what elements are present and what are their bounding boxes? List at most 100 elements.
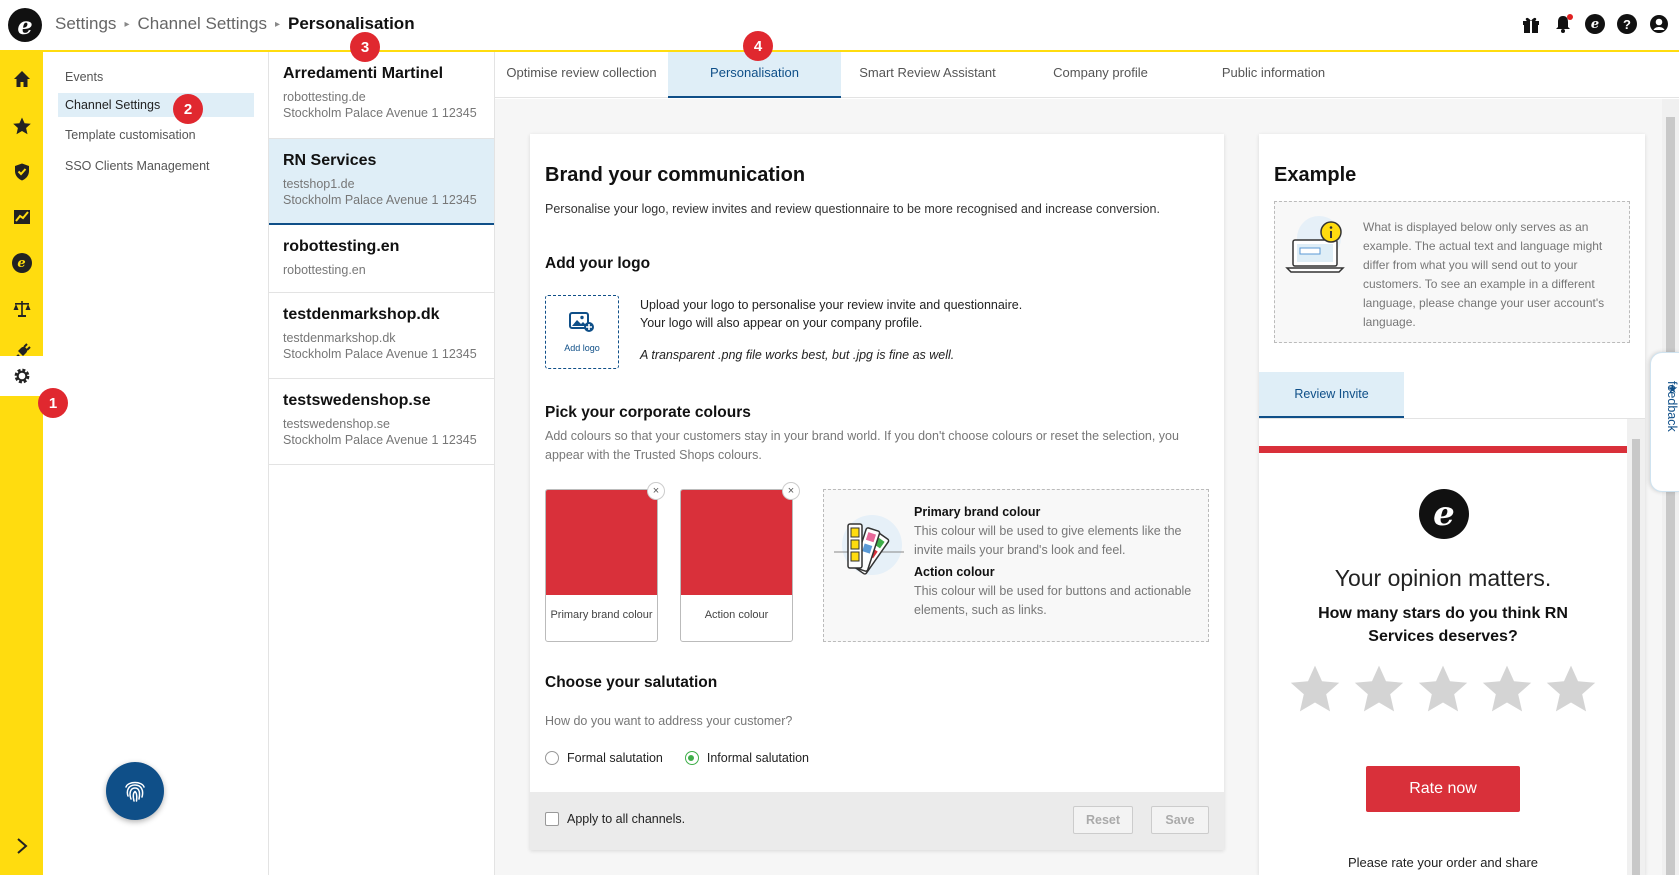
save-button[interactable]: Save bbox=[1151, 806, 1209, 834]
radio-button[interactable] bbox=[545, 751, 559, 765]
reset-button[interactable]: Reset bbox=[1073, 806, 1133, 834]
rate-now-button[interactable]: Rate now bbox=[1366, 766, 1520, 812]
image-add-icon bbox=[569, 312, 594, 332]
scrollbar-thumb[interactable] bbox=[1632, 439, 1640, 875]
checkbox[interactable] bbox=[545, 812, 559, 826]
logo-text-3: A transparent .png file works best, but … bbox=[640, 348, 955, 362]
breadcrumb-separator-icon: ▸ bbox=[274, 18, 280, 30]
laptop-info-icon bbox=[1285, 216, 1345, 273]
swatch-colour-fill[interactable] bbox=[681, 490, 792, 595]
help-icon[interactable]: ? bbox=[1617, 14, 1637, 34]
radio-label: Formal salutation bbox=[567, 751, 663, 765]
star-icon[interactable] bbox=[0, 106, 43, 146]
radio-button-selected[interactable] bbox=[684, 751, 699, 765]
subnav-item-sso-clients[interactable]: SSO Clients Management bbox=[58, 154, 254, 178]
action-colour-swatch[interactable]: Action colour × bbox=[680, 482, 800, 642]
primary-brand-colour-swatch[interactable]: Primary brand colour × bbox=[545, 482, 665, 642]
formal-salutation-radio[interactable]: Formal salutation bbox=[545, 751, 663, 765]
preview-stars bbox=[1289, 663, 1597, 715]
logo-instructions: Upload your logo to personalise your rev… bbox=[640, 296, 1200, 364]
review-invite-preview: e Your opinion matters. How many stars d… bbox=[1259, 446, 1627, 875]
preview-heading: Your opinion matters. bbox=[1334, 565, 1552, 591]
gift-icon[interactable] bbox=[1521, 14, 1541, 34]
settings-subnav: Events Channel Settings Template customi… bbox=[43, 52, 269, 875]
home-icon[interactable] bbox=[0, 59, 43, 99]
preview-scrollbar[interactable] bbox=[1627, 419, 1645, 875]
brand-communication-card: Brand your communication Personalise you… bbox=[530, 134, 1224, 850]
swatch-label: Action colour bbox=[704, 609, 769, 621]
subnav-item-events[interactable]: Events bbox=[58, 65, 254, 89]
channel-name: testswedenshop.se bbox=[283, 392, 431, 409]
informal-salutation-radio[interactable]: Informal salutation bbox=[684, 751, 809, 765]
colours-description: Add colours so that your customers stay … bbox=[545, 429, 1179, 462]
etrusted-icon[interactable]: e bbox=[0, 243, 43, 283]
primary-colour-title: Primary brand colour bbox=[914, 505, 1041, 519]
chart-icon[interactable] bbox=[0, 197, 43, 237]
card-title: Brand your communication bbox=[545, 164, 806, 186]
give-feedback-tab[interactable]: ★ Give feedback bbox=[1650, 352, 1679, 492]
primary-colour-description: This colour will be used to give element… bbox=[914, 524, 1182, 557]
channel-item[interactable]: testswedenshop.se testswedenshop.se Stoc… bbox=[269, 379, 494, 465]
apply-all-channels-checkbox[interactable]: Apply to all channels. bbox=[545, 812, 685, 826]
gear-icon[interactable] bbox=[0, 356, 43, 396]
channel-item[interactable]: Arredamenti Martinel robottesting.de Sto… bbox=[269, 52, 494, 139]
channel-name: robottesting.en bbox=[283, 238, 400, 255]
star-icon[interactable] bbox=[1481, 663, 1533, 715]
fingerprint-button[interactable] bbox=[106, 762, 164, 820]
fingerprint-icon bbox=[125, 781, 145, 802]
channel-address: Stockholm Palace Avenue 1 12345 bbox=[283, 106, 477, 120]
preview-footer-text: Please rate your order and share bbox=[1347, 855, 1539, 870]
checkbox-label: Apply to all channels. bbox=[567, 812, 686, 826]
notification-dot bbox=[1567, 14, 1573, 20]
channel-domain: testswedenshop.se bbox=[283, 417, 391, 431]
etrusted-logo[interactable]: e bbox=[8, 8, 42, 42]
settings-tabs: Optimise review collection Personalisati… bbox=[495, 52, 1679, 98]
subnav-item-channel-settings[interactable]: Channel Settings bbox=[58, 93, 254, 117]
channel-address: Stockholm Palace Avenue 1 12345 bbox=[283, 347, 477, 361]
channel-list: Arredamenti Martinel robottesting.de Sto… bbox=[269, 52, 495, 875]
salutation-options: Formal salutation Informal salutation bbox=[545, 751, 809, 765]
channel-item[interactable]: testdenmarkshop.dk testdenmarkshop.dk St… bbox=[269, 293, 494, 379]
preview-question: How many stars do you think RN Services … bbox=[1318, 605, 1568, 645]
breadcrumb-settings[interactable]: Settings bbox=[55, 14, 116, 34]
card-intro: Personalise your logo, review invites an… bbox=[545, 202, 1160, 216]
etrusted-icon[interactable]: e bbox=[1585, 14, 1605, 34]
star-icon[interactable] bbox=[1353, 663, 1405, 715]
star-icon[interactable] bbox=[1417, 663, 1469, 715]
preview-logo: e bbox=[1419, 489, 1469, 539]
swatch-colour-fill[interactable] bbox=[546, 490, 657, 595]
annotation-badge: 4 bbox=[743, 31, 773, 61]
star-icon[interactable] bbox=[1289, 663, 1341, 715]
example-info-box: What is displayed below only serves as a… bbox=[1274, 201, 1630, 343]
tab-company-profile[interactable]: Company profile bbox=[1014, 52, 1187, 98]
logo-text-2: Your logo will also appear on your compa… bbox=[640, 316, 923, 330]
tab-public-information[interactable]: Public information bbox=[1187, 52, 1360, 98]
remove-colour-icon[interactable]: × bbox=[647, 482, 665, 500]
tab-smart-review-assistant[interactable]: Smart Review Assistant bbox=[841, 52, 1014, 98]
top-bar: e Settings ▸ Channel Settings ▸ Personal… bbox=[0, 0, 1679, 52]
bell-icon[interactable] bbox=[1553, 14, 1573, 34]
remove-colour-icon[interactable]: × bbox=[782, 482, 800, 500]
expand-chevron-icon[interactable] bbox=[0, 831, 43, 861]
shield-icon[interactable] bbox=[0, 152, 43, 192]
example-title: Example bbox=[1274, 164, 1357, 186]
tab-optimise-review-collection[interactable]: Optimise review collection bbox=[495, 52, 668, 98]
add-logo-label: Add logo bbox=[564, 343, 600, 353]
card-footer: Apply to all channels. Reset Save bbox=[530, 792, 1224, 850]
breadcrumb-personalisation: Personalisation bbox=[287, 14, 415, 33]
channel-item-active[interactable]: RN Services testshop1.de Stockholm Palac… bbox=[269, 139, 494, 225]
channel-name: RN Services bbox=[283, 152, 377, 169]
scales-icon[interactable] bbox=[0, 289, 43, 329]
tab-review-invite[interactable]: Review Invite bbox=[1259, 372, 1404, 418]
breadcrumb-channel-settings[interactable]: Channel Settings bbox=[137, 14, 266, 34]
action-colour-title: Action colour bbox=[914, 565, 995, 579]
logo-text-1: Upload your logo to personalise your rev… bbox=[640, 298, 1023, 312]
subnav-item-template-customisation[interactable]: Template customisation bbox=[58, 123, 254, 147]
add-logo-button[interactable]: Add logo bbox=[545, 295, 619, 369]
channel-domain: testdenmarkshop.dk bbox=[283, 331, 396, 345]
channel-item[interactable]: robottesting.en robottesting.en bbox=[269, 225, 494, 293]
scrollbar-thumb[interactable] bbox=[1666, 117, 1675, 875]
account-icon[interactable] bbox=[1649, 14, 1669, 34]
star-icon[interactable] bbox=[1545, 663, 1597, 715]
channel-address: Stockholm Palace Avenue 1 12345 bbox=[283, 433, 477, 447]
